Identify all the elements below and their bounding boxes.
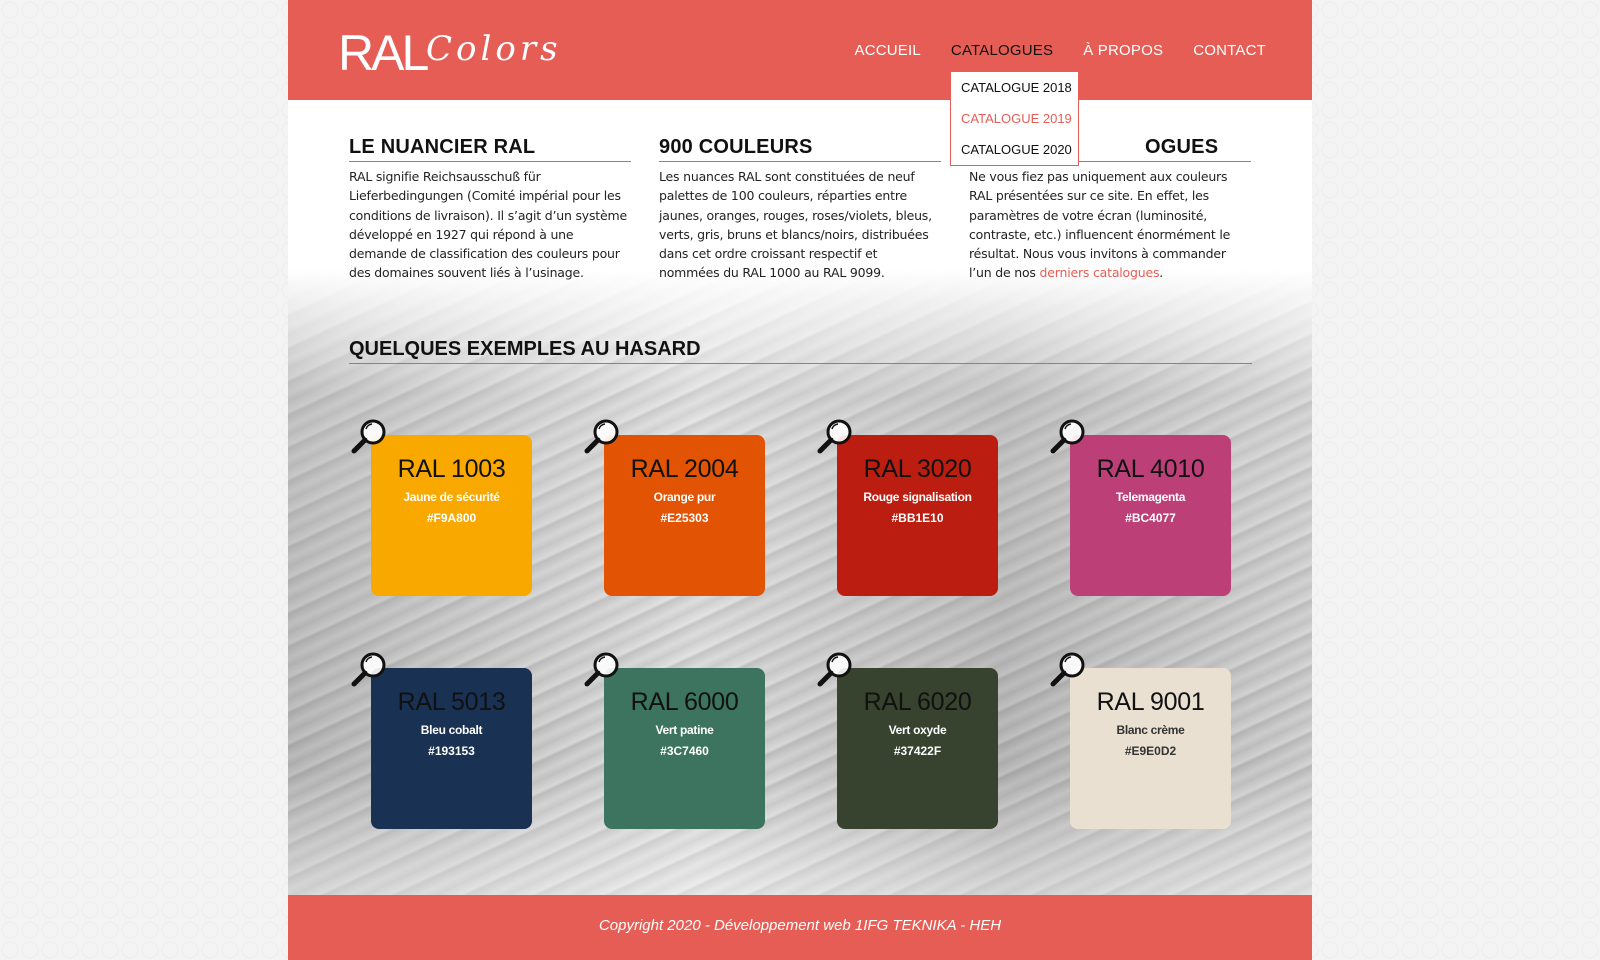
swatch-code: RAL 9001 xyxy=(1096,688,1205,716)
nav-contact[interactable]: CONTACT xyxy=(1193,42,1266,59)
swatch-hex: #F9A800 xyxy=(426,511,477,525)
color-swatch-card[interactable]: RAL 6000 Vert patine #3C7460 xyxy=(604,668,765,829)
nav-catalogues[interactable]: CATALOGUES xyxy=(951,42,1053,59)
logo-ral: RAL xyxy=(338,25,429,81)
magnifier-icon[interactable] xyxy=(582,649,622,689)
main-nav: ACCUEIL CATALOGUES À PROPOS CONTACT xyxy=(855,42,1267,59)
color-swatch-card[interactable]: RAL 9001 Blanc crème #E9E0D2 xyxy=(1070,668,1231,829)
swatch-name: Telemagenta xyxy=(1115,490,1186,504)
color-swatch-card[interactable]: RAL 4010 Telemagenta #BC4077 xyxy=(1070,435,1231,596)
magnifier-icon[interactable] xyxy=(815,649,855,689)
section-text: Ne vous fiez pas uniquement aux couleurs… xyxy=(969,167,1251,283)
catalogues-dropdown: CATALOGUE 2018 CATALOGUE 2019 CATALOGUE … xyxy=(950,71,1079,166)
swatch-hex: #37422F xyxy=(893,744,942,758)
swatch-code: RAL 3020 xyxy=(863,455,972,483)
magnifier-icon[interactable] xyxy=(1048,416,1088,456)
swatch-code: RAL 6020 xyxy=(863,688,972,716)
section-900-couleurs: 900 COULEURS Les nuances RAL sont consti… xyxy=(659,136,941,283)
examples-title: QUELQUES EXEMPLES AU HASARD xyxy=(349,338,1252,364)
swatch-name: Blanc crème xyxy=(1116,723,1185,737)
site-header: RAL Colors ACCUEIL CATALOGUES À PROPOS C… xyxy=(288,0,1312,100)
color-swatch-card[interactable]: RAL 5013 Bleu cobalt #193153 xyxy=(371,668,532,829)
section-text: Les nuances RAL sont constituées de neuf… xyxy=(659,169,932,281)
swatch-hex: #BB1E10 xyxy=(891,511,944,525)
swatch-name: Vert patine xyxy=(655,723,714,737)
magnifier-icon[interactable] xyxy=(1048,649,1088,689)
text-before-link: Ne vous fiez pas uniquement aux couleurs… xyxy=(969,169,1231,281)
text-after-link: . xyxy=(1159,265,1164,281)
site-footer: Copyright 2020 - Développement web 1IFG … xyxy=(288,895,1312,960)
page: RAL Colors ACCUEIL CATALOGUES À PROPOS C… xyxy=(288,0,1312,960)
copyright-text: Copyright 2020 - Développement web 1IFG … xyxy=(598,917,1002,934)
color-swatch-card[interactable]: RAL 2004 Orange pur #E25303 xyxy=(604,435,765,596)
magnifier-icon[interactable] xyxy=(349,416,389,456)
section-title: 900 COULEURS xyxy=(659,136,941,162)
dropdown-item-2018[interactable]: CATALOGUE 2018 xyxy=(951,72,1078,103)
swatch-name: Jaune de sécurité xyxy=(403,490,500,504)
swatch-hex: #3C7460 xyxy=(660,744,709,758)
swatch-code: RAL 6000 xyxy=(630,688,739,716)
color-swatch-card[interactable]: RAL 1003 Jaune de sécurité #F9A800 xyxy=(371,435,532,596)
swatch-name: Rouge signalisation xyxy=(863,490,972,504)
magnifier-icon[interactable] xyxy=(815,416,855,456)
nav-accueil[interactable]: ACCUEIL xyxy=(855,42,921,59)
swatch-code: RAL 2004 xyxy=(630,455,739,483)
swatch-hex: #193153 xyxy=(428,744,475,758)
color-swatch-card[interactable]: RAL 6020 Vert oxyde #37422F xyxy=(837,668,998,829)
swatch-name: Vert oxyde xyxy=(888,723,947,737)
section-text: RAL signifie Reichsausschuß für Lieferbe… xyxy=(349,169,627,281)
dropdown-item-2020[interactable]: CATALOGUE 2020 xyxy=(951,134,1078,165)
section-title: LE NUANCIER RAL xyxy=(349,136,631,162)
magnifier-icon[interactable] xyxy=(582,416,622,456)
section-nuancier: LE NUANCIER RAL RAL signifie Reichsaussc… xyxy=(349,136,631,283)
dropdown-item-2019[interactable]: CATALOGUE 2019 xyxy=(951,103,1078,134)
swatch-hex: #BC4077 xyxy=(1125,511,1176,525)
magnifier-icon[interactable] xyxy=(349,649,389,689)
logo-colors: Colors xyxy=(426,29,562,69)
swatch-name: Bleu cobalt xyxy=(420,723,483,737)
swatch-code: RAL 5013 xyxy=(397,688,506,716)
color-swatch-card[interactable]: RAL 3020 Rouge signalisation #BB1E10 xyxy=(837,435,998,596)
nav-a-propos[interactable]: À PROPOS xyxy=(1083,42,1163,59)
swatch-code: RAL 1003 xyxy=(397,455,506,483)
catalogues-link[interactable]: derniers catalogues xyxy=(1040,265,1160,280)
swatch-hex: #E25303 xyxy=(660,511,709,525)
swatch-name: Orange pur xyxy=(653,490,716,504)
logo[interactable]: RAL Colors xyxy=(338,14,558,86)
swatch-code: RAL 4010 xyxy=(1096,455,1205,483)
swatch-hex: #E9E0D2 xyxy=(1124,744,1177,758)
